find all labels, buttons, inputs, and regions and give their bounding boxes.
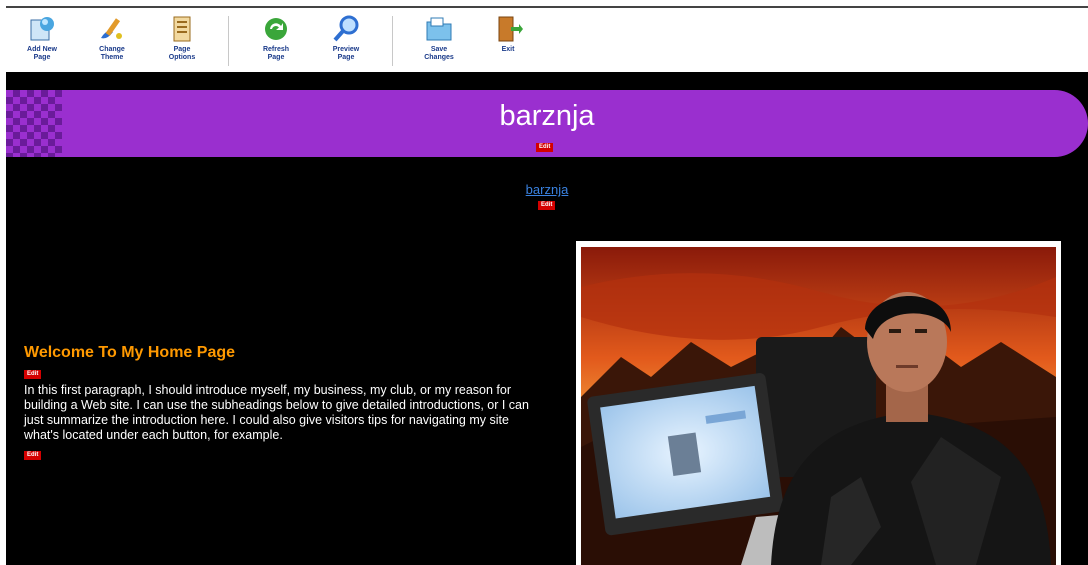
intro-section: Welcome To My Home Page Edit In this fir… <box>24 344 544 461</box>
editor-window: Add New Page Change Theme Page Options R… <box>6 6 1088 565</box>
preview-page-label: Preview Page <box>332 46 360 61</box>
save-changes-button[interactable]: Save Changes <box>411 14 467 62</box>
nav-link-home[interactable]: barznja <box>526 182 569 197</box>
paintbrush-icon <box>101 18 122 39</box>
site-title: barznja <box>499 100 595 132</box>
heading-edit-button[interactable]: Edit <box>24 370 42 379</box>
add-new-page-button[interactable]: Add New Page <box>14 14 70 62</box>
nav-edit-button[interactable]: Edit <box>538 201 556 210</box>
add-page-icon <box>30 17 54 41</box>
save-folder-icon <box>426 17 452 41</box>
intro-paragraph: In this first paragraph, I should introd… <box>24 383 529 442</box>
page-options-button[interactable]: Page Options <box>154 14 210 62</box>
refresh-icon <box>265 18 287 40</box>
toolbar-divider <box>392 16 393 66</box>
magnifier-icon <box>333 15 359 42</box>
exit-door-icon <box>498 16 523 42</box>
page-options-label: Page Options <box>168 46 196 61</box>
exit-button[interactable]: Exit <box>480 14 536 54</box>
title-edit-button[interactable]: Edit <box>536 143 554 152</box>
exit-label: Exit <box>501 46 515 53</box>
refresh-page-label: Refresh Page <box>262 46 290 61</box>
preview-page-button[interactable]: Preview Page <box>318 14 374 62</box>
save-changes-label: Save Changes <box>424 46 454 61</box>
home-photo-frame <box>576 241 1061 565</box>
toolbar-divider <box>228 16 229 66</box>
nav-bar: barznja <box>6 182 1088 197</box>
home-photo <box>581 247 1056 565</box>
add-new-page-label: Add New Page <box>27 46 57 61</box>
page-options-icon <box>173 16 191 42</box>
intro-heading: Welcome To My Home Page <box>24 344 236 361</box>
change-theme-label: Change Theme <box>99 46 125 61</box>
change-theme-button[interactable]: Change Theme <box>84 14 140 62</box>
site-banner: barznja Edit <box>6 90 1088 157</box>
paragraph-edit-button[interactable]: Edit <box>24 451 42 460</box>
refresh-page-button[interactable]: Refresh Page <box>248 14 304 62</box>
toolbar-bottom-bar <box>6 72 1088 90</box>
editor-toolbar: Add New Page Change Theme Page Options R… <box>6 6 1088 72</box>
